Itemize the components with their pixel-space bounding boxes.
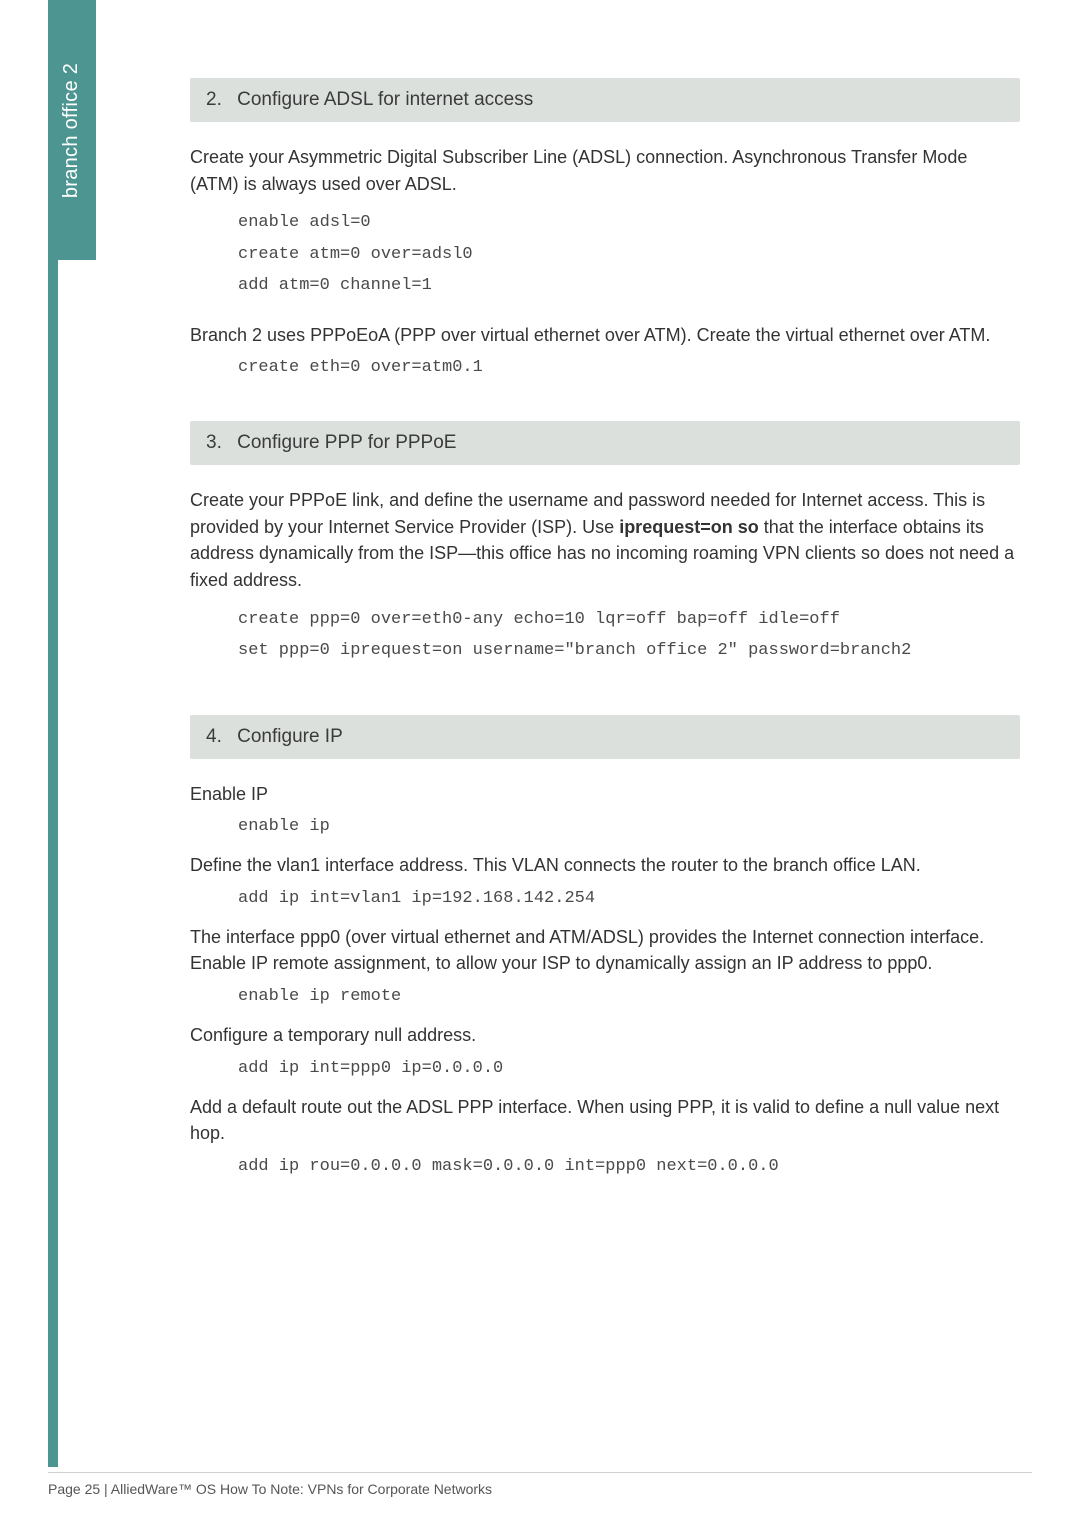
paragraph: Add a default route out the ADSL PPP int… bbox=[190, 1094, 1020, 1147]
step-title: Configure PPP for PPPoE bbox=[237, 432, 456, 453]
step-number: 2. bbox=[206, 89, 222, 110]
side-tab-label: branch office 2 bbox=[61, 62, 84, 197]
paragraph: Branch 2 uses PPPoEoA (PPP over virtual … bbox=[190, 322, 1020, 349]
code-block: add ip int=ppp0 ip=0.0.0.0 bbox=[238, 1059, 1020, 1078]
page-footer: Page 25 | AlliedWare™ OS How To Note: VP… bbox=[48, 1472, 1032, 1497]
step-title: Configure IP bbox=[237, 726, 343, 747]
paragraph: Configure a temporary null address. bbox=[190, 1022, 1020, 1049]
code-block: add ip int=vlan1 ip=192.168.142.254 bbox=[238, 889, 1020, 908]
code-block: enable ip remote bbox=[238, 987, 1020, 1006]
bold-text: iprequest=on so bbox=[619, 517, 759, 537]
step-number: 3. bbox=[206, 432, 222, 453]
code-block: add ip rou=0.0.0.0 mask=0.0.0.0 int=ppp0… bbox=[238, 1157, 1020, 1176]
code-block: create eth=0 over=atm0.1 bbox=[238, 358, 1020, 377]
side-tab: branch office 2 bbox=[48, 0, 96, 260]
page-content: 2. Configure ADSL for internet access Cr… bbox=[190, 78, 1020, 1192]
code-block: enable ip bbox=[238, 817, 1020, 836]
heading-step-4: 4. Configure IP bbox=[190, 715, 1020, 759]
heading-step-3: 3. Configure PPP for PPPoE bbox=[190, 421, 1020, 465]
paragraph: The interface ppp0 (over virtual etherne… bbox=[190, 924, 1020, 977]
paragraph: Enable IP bbox=[190, 781, 1020, 808]
paragraph: Create your Asymmetric Digital Subscribe… bbox=[190, 144, 1020, 197]
heading-step-2: 2. Configure ADSL for internet access bbox=[190, 78, 1020, 122]
step-title: Configure ADSL for internet access bbox=[237, 89, 533, 110]
code-block: create ppp=0 over=eth0-any echo=10 lqr=o… bbox=[238, 604, 1020, 667]
step-number: 4. bbox=[206, 726, 222, 747]
paragraph: Define the vlan1 interface address. This… bbox=[190, 852, 1020, 879]
side-bar-accent bbox=[48, 260, 58, 1467]
code-block: enable adsl=0 create atm=0 over=adsl0 ad… bbox=[238, 207, 1020, 301]
paragraph: Create your PPPoE link, and define the u… bbox=[190, 487, 1020, 594]
